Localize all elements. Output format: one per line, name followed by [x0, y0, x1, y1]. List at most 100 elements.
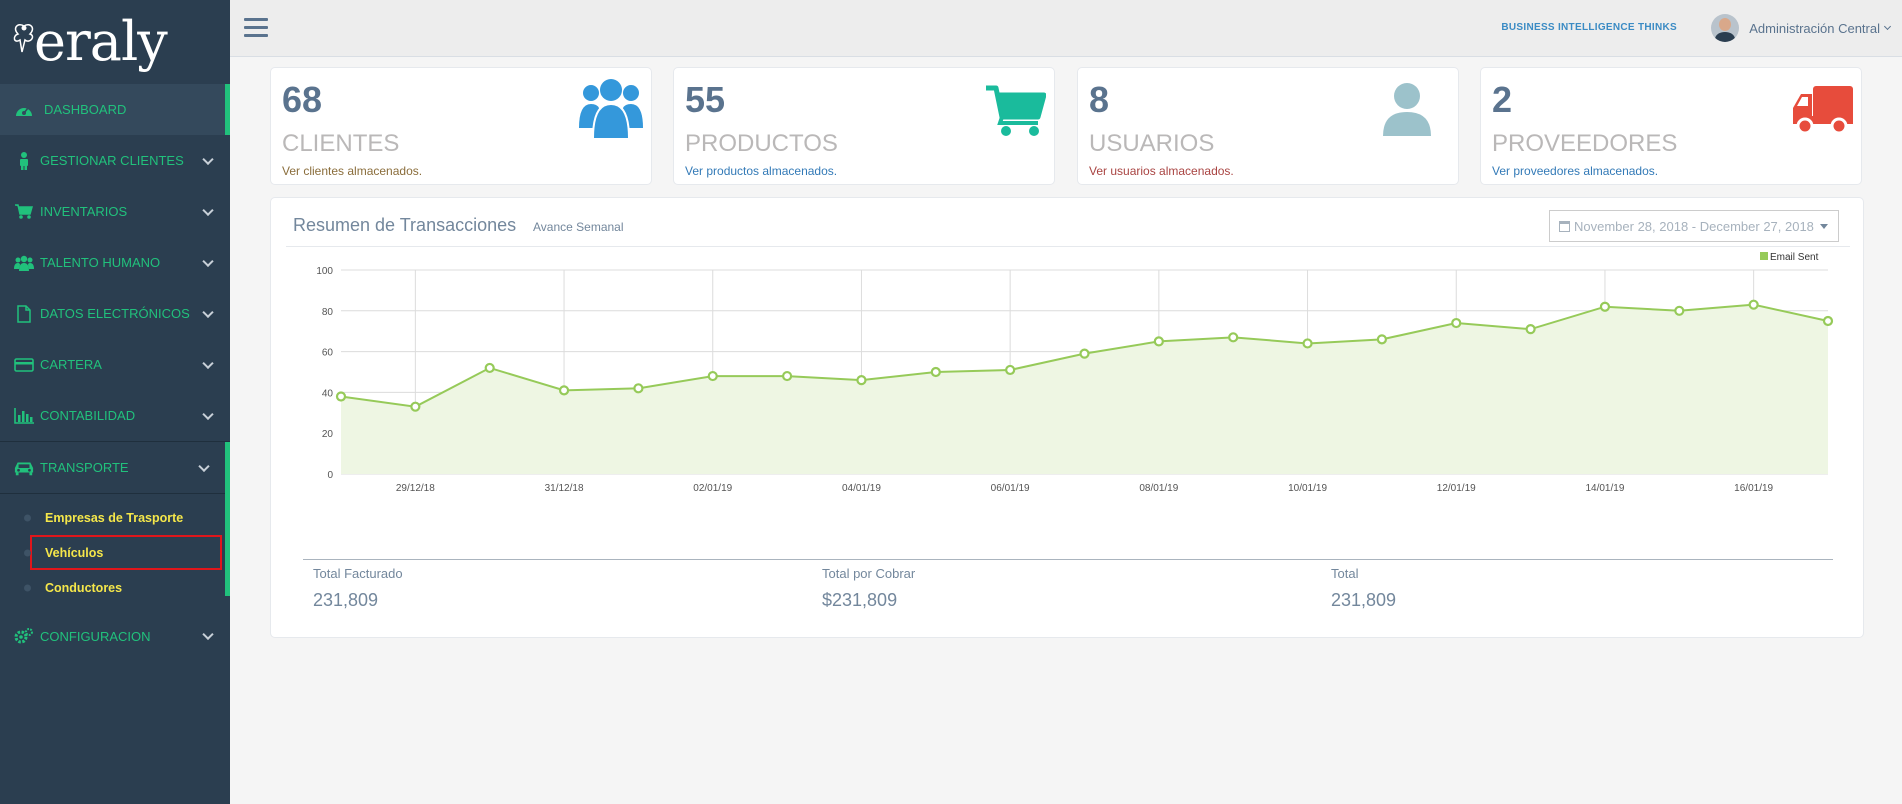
calendar-icon [1559, 220, 1570, 232]
data-point [707, 370, 718, 382]
date-range-value: November 28, 2018 - December 27, 2018 [1574, 218, 1814, 234]
car-icon [14, 459, 34, 477]
transporte-submenu: Empresas de Trasporte Vehículos Conducto… [0, 494, 230, 615]
data-point [856, 375, 867, 386]
stat-label: PRODUCTOS [685, 130, 838, 157]
sidebar: eraly DASHBOARD GESTIONAR CLIENTES INVEN… [0, 0, 230, 804]
chevron-down-icon [202, 255, 214, 267]
menu-toggle-icon[interactable] [244, 18, 268, 38]
x-tick-label: 08/01/19 [1139, 483, 1178, 494]
sidebar-item-label: GESTIONAR CLIENTES [40, 153, 184, 168]
bullet-icon [24, 549, 31, 556]
total-facturado: Total Facturado 231,809 [313, 566, 403, 611]
stat-link[interactable]: Ver productos almacenados. [685, 164, 837, 178]
sidebar-item-contabilidad[interactable]: CONTABILIDAD [0, 390, 230, 441]
chevron-down-icon [202, 153, 214, 165]
data-point [335, 391, 347, 402]
active-indicator [225, 84, 230, 135]
x-tick-label: 04/01/19 [842, 483, 881, 494]
data-point [1451, 317, 1462, 329]
sidebar-item-cartera[interactable]: CARTERA [0, 339, 230, 390]
data-point [1376, 334, 1388, 345]
sidebar-item-inventarios[interactable]: INVENTARIOS [0, 186, 230, 237]
panel-subtitle: Avance Semanal [533, 220, 624, 234]
total-label: Total [1331, 566, 1359, 581]
date-range-picker[interactable]: November 28, 2018 - December 27, 2018 [1549, 210, 1839, 242]
submenu-item-empresas[interactable]: Empresas de Trasporte [0, 500, 230, 535]
sidebar-item-label: TALENTO HUMANO [40, 255, 161, 270]
user-name: Administración Central [1749, 20, 1880, 36]
data-point [1302, 338, 1313, 349]
file-icon [14, 304, 34, 323]
caret-down-icon [1819, 223, 1828, 229]
credit-card-icon [14, 356, 34, 374]
transactions-chart: 0 20 40 60 80 100 29/12/18 31/12/18 02/01/19 04/0… [316, 252, 1834, 494]
stat-link[interactable]: Ver usuarios almacenados. [1089, 164, 1234, 178]
data-point [1228, 332, 1239, 343]
y-tick-label: 0 [327, 470, 333, 481]
sidebar-item-label: TRANSPORTE [40, 460, 129, 475]
submenu-item-label: Vehículos [45, 545, 104, 560]
stat-card-usuarios: 8 USUARIOS Ver usuarios almacenados. [1077, 67, 1459, 185]
chevron-down-icon [202, 204, 214, 216]
submenu-item-conductores[interactable]: Conductores [0, 570, 230, 605]
x-tick-label: 29/12/18 [396, 483, 435, 494]
sidebar-item-transporte[interactable]: TRANSPORTE [0, 442, 230, 493]
avatar [1711, 14, 1740, 42]
sidebar-item-configuracion[interactable]: CONFIGURACION [0, 615, 230, 657]
sidebar-item-label: DATOS ELECTRÓNICOS [40, 306, 190, 321]
chevron-down-icon [202, 357, 214, 369]
transporte-group: TRANSPORTE Empresas de Trasporte Vehícul… [0, 442, 230, 615]
brand-logo[interactable]: eraly [0, 0, 230, 84]
users-icon [579, 79, 643, 138]
data-point [1599, 301, 1611, 312]
sidebar-item-label: INVENTARIOS [40, 204, 128, 219]
x-tick-label: 14/01/19 [1585, 483, 1624, 494]
stat-link[interactable]: Ver proveedores almacenados. [1492, 164, 1658, 178]
transactions-panel: Resumen de Transacciones Avance Semanal … [270, 197, 1864, 638]
submenu-item-vehiculos[interactable]: Vehículos [24, 535, 222, 570]
bi-label: BUSINESS INTELLIGENCE THINKS [1501, 22, 1677, 33]
x-tick-label: 02/01/19 [693, 483, 732, 494]
cart-icon [14, 203, 34, 221]
user-icon [14, 151, 34, 170]
divider [286, 246, 1850, 247]
data-point [558, 385, 570, 396]
sidebar-item-talento-humano[interactable]: TALENTO HUMANO [0, 237, 230, 288]
total-value: $231,809 [822, 590, 898, 610]
sidebar-item-label: CONFIGURACION [40, 628, 151, 644]
panel-title: Resumen de Transacciones [293, 215, 517, 235]
stat-card-clientes: 68 CLIENTES Ver clientes almacenados. [270, 67, 652, 185]
data-point [484, 362, 495, 374]
bullet-icon [24, 514, 31, 521]
stat-card-proveedores: 2 PROVEEDORES Ver proveedores almacenado… [1480, 67, 1862, 185]
x-tick-label: 12/01/19 [1437, 483, 1476, 494]
total-value: 231,809 [313, 590, 379, 610]
sidebar-item-dashboard[interactable]: DASHBOARD [0, 84, 230, 135]
x-tick-label: 16/01/19 [1734, 483, 1773, 494]
top-navbar: BUSINESS INTELLIGENCE THINKS Administrac… [230, 0, 1902, 57]
chevron-down-icon [202, 408, 214, 420]
x-tick-label: 31/12/18 [545, 483, 584, 494]
chevron-down-icon [202, 306, 214, 318]
sidebar-item-label: CARTERA [40, 357, 102, 372]
legend-label: Email Sent [1770, 252, 1819, 263]
data-point [410, 401, 421, 412]
data-point [1674, 305, 1685, 316]
cogs-icon [14, 627, 34, 645]
submenu-item-label: Empresas de Trasporte [45, 510, 184, 525]
sidebar-item-datos-electronicos[interactable]: DATOS ELECTRÓNICOS [0, 288, 230, 339]
data-point [633, 383, 644, 394]
y-tick-label: 80 [322, 307, 334, 318]
total-label: Total por Cobrar [822, 566, 916, 581]
bar-chart-icon [14, 407, 34, 425]
sidebar-item-gestionar-clientes[interactable]: GESTIONAR CLIENTES [0, 135, 230, 186]
total-label: Total Facturado [313, 566, 403, 581]
stat-link[interactable]: Ver clientes almacenados. [282, 164, 422, 178]
total-por-cobrar: Total por Cobrar $231,809 [822, 566, 915, 611]
brand-name: eraly [34, 10, 168, 73]
cart-icon [986, 85, 1046, 136]
stat-label: CLIENTES [282, 130, 400, 157]
user-menu[interactable]: Administración Central [1711, 14, 1892, 42]
chevron-down-icon [198, 460, 210, 472]
